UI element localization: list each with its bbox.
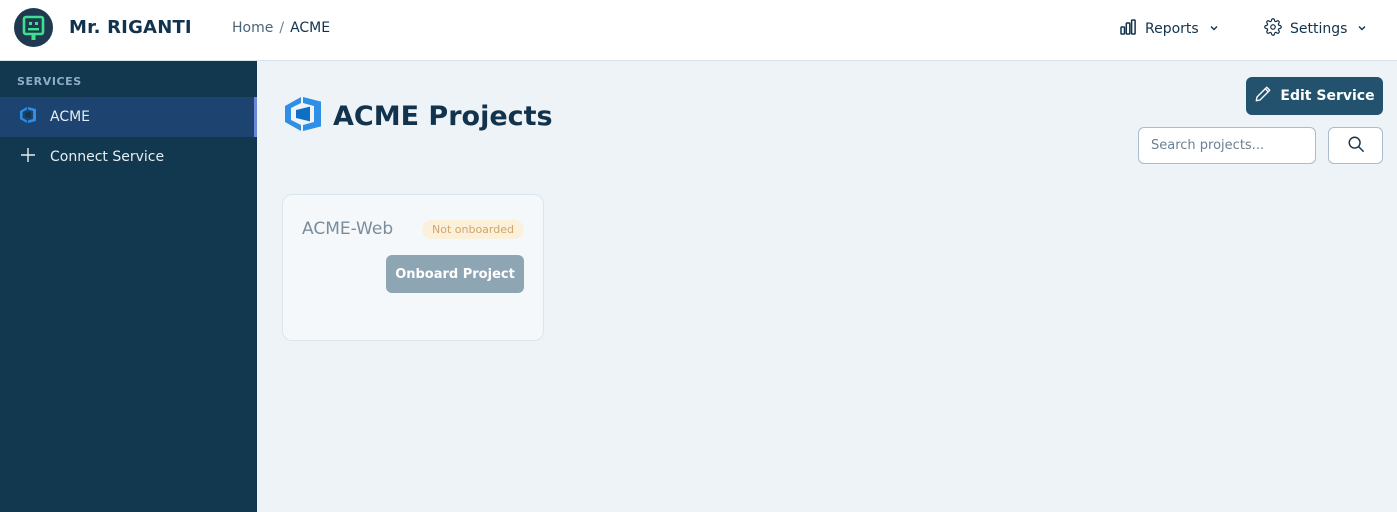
sidebar-item-connect-service[interactable]: Connect Service (0, 137, 257, 177)
page-title-group: ACME Projects (283, 94, 553, 138)
breadcrumb-home-link[interactable]: Home (232, 20, 273, 36)
plus-icon (18, 145, 38, 169)
sidebar-item-acme[interactable]: ACME (0, 97, 257, 137)
pencil-icon (1254, 85, 1272, 107)
status-badge: Not onboarded (422, 220, 524, 239)
search-input[interactable] (1138, 127, 1316, 164)
brand-name[interactable]: Mr. RIGANTI (69, 17, 192, 38)
project-name: ACME-Web (302, 219, 394, 239)
search-button[interactable] (1328, 127, 1383, 164)
settings-menu-label: Settings (1290, 21, 1348, 37)
sidebar-heading: SERVICES (17, 75, 82, 88)
reports-menu[interactable]: Reports (1119, 18, 1219, 40)
edit-service-button[interactable]: Edit Service (1246, 77, 1383, 115)
sidebar-item-label: Connect Service (50, 149, 165, 165)
chevron-down-icon (1209, 21, 1219, 37)
project-card: ACME-Web Not onboarded Onboard Project (282, 194, 544, 341)
bar-chart-icon (1119, 18, 1137, 40)
azure-devops-icon (18, 105, 38, 129)
edit-service-label: Edit Service (1280, 88, 1375, 104)
top-header: Mr. RIGANTI Home / ACME Reports Settings (0, 0, 1397, 61)
breadcrumb-current: ACME (290, 20, 331, 36)
azure-devops-icon (283, 94, 323, 138)
gear-icon (1264, 18, 1282, 40)
reports-menu-label: Reports (1145, 21, 1199, 37)
sidebar: SERVICES ACME Connect Service (0, 61, 257, 512)
chevron-down-icon (1357, 21, 1367, 37)
search-icon (1347, 135, 1365, 157)
page-title: ACME Projects (333, 100, 553, 132)
logo-icon[interactable] (14, 8, 53, 47)
settings-menu[interactable]: Settings (1264, 18, 1367, 40)
breadcrumb-separator: / (279, 20, 285, 36)
breadcrumb: Home / ACME (232, 20, 330, 36)
onboard-project-button[interactable]: Onboard Project (386, 255, 524, 293)
sidebar-item-label: ACME (50, 109, 91, 125)
